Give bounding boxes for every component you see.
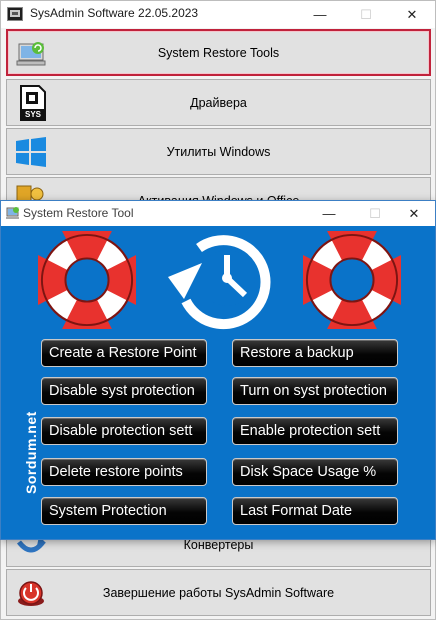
computer-restore-icon — [6, 207, 19, 219]
menu-label: Завершение работы SysAdmin Software — [102, 585, 335, 600]
menu-label: Утилиты Windows — [166, 144, 271, 159]
menu-label: Драйвера — [190, 95, 247, 110]
main-window-title: SysAdmin Software 22.05.2023 — [30, 6, 199, 20]
close-button[interactable]: ✕ — [389, 1, 435, 28]
app-icon — [7, 7, 23, 21]
lifebuoy-icon — [38, 231, 136, 329]
sys-file-icon: SYS — [20, 85, 46, 121]
computer-restore-icon — [16, 42, 46, 66]
windows-logo-icon — [16, 137, 46, 167]
turn-on-syst-protection-button[interactable]: Turn on syst protection — [232, 377, 398, 405]
lifebuoy-icon — [303, 231, 401, 329]
disk-space-usage-button[interactable]: Disk Space Usage % — [232, 458, 398, 486]
maximize-button: ☐ — [360, 6, 372, 22]
tool-close-button[interactable]: ✕ — [391, 201, 436, 226]
system-restore-tool-window: System Restore Tool — ☐ ✕ Sordum.net Cre… — [0, 200, 436, 540]
tool-minimize-button[interactable]: — — [306, 201, 352, 226]
last-format-date-button[interactable]: Last Format Date — [232, 497, 398, 525]
create-restore-point-button[interactable]: Create a Restore Point — [41, 339, 207, 367]
disable-syst-protection-button[interactable]: Disable syst protection — [41, 377, 207, 405]
tool-window-title: System Restore Tool — [23, 206, 134, 220]
delete-restore-points-button[interactable]: Delete restore points — [41, 458, 207, 486]
restore-clock-icon — [168, 235, 271, 330]
menu-windows-utilities[interactable]: Утилиты Windows — [6, 128, 431, 175]
menu-system-restore-tools[interactable]: System Restore Tools — [6, 29, 431, 76]
menu-label: Конвертеры — [183, 538, 254, 552]
disable-protection-sett-button[interactable]: Disable protection sett — [41, 417, 207, 445]
side-label-text: Sordum.net — [23, 411, 39, 494]
system-protection-button[interactable]: System Protection — [41, 497, 207, 525]
menu-shutdown[interactable]: Завершение работы SysAdmin Software — [6, 569, 431, 616]
main-titlebar: SysAdmin Software 22.05.2023 — ☐ ✕ — [1, 1, 435, 28]
power-button-icon — [18, 581, 44, 606]
menu-drivers[interactable]: SYS Драйвера — [6, 79, 431, 126]
enable-protection-sett-button[interactable]: Enable protection sett — [232, 417, 398, 445]
menu-label: System Restore Tools — [157, 45, 280, 60]
restore-backup-button[interactable]: Restore a backup — [232, 339, 398, 367]
sordum-side-label: Sordum.net — [23, 411, 39, 494]
svg-text:SYS: SYS — [25, 110, 42, 119]
minimize-button[interactable]: — — [297, 1, 343, 28]
